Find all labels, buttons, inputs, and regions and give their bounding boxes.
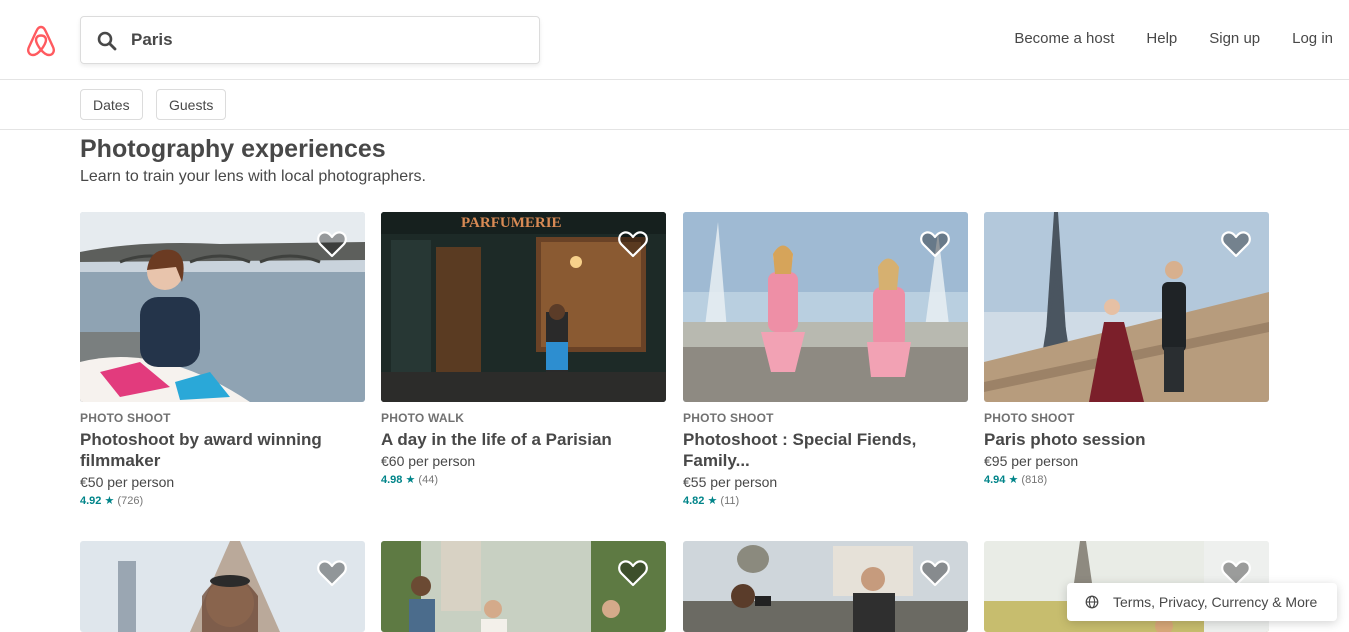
guests-filter-button[interactable]: Guests [156, 89, 227, 120]
experience-photo[interactable] [80, 212, 365, 402]
star-icon: ★ [707, 495, 718, 507]
experience-card[interactable]: PHOTO SHOOT Photoshoot by award winning … [80, 212, 365, 507]
heart-icon[interactable] [920, 230, 950, 258]
search-icon [97, 31, 117, 51]
help-link[interactable]: Help [1146, 30, 1177, 47]
review-count: (726) [117, 495, 144, 507]
heart-icon[interactable] [1221, 230, 1251, 258]
star-icon: ★ [1008, 474, 1019, 486]
footer-links-button[interactable]: Terms, Privacy, Currency & More [1067, 583, 1337, 621]
search-bar[interactable] [80, 16, 540, 64]
rating-score: 4.82 [683, 495, 705, 507]
heart-icon[interactable] [920, 559, 950, 587]
experience-rating: 4.82 ★ (11) [683, 494, 968, 507]
experience-price: €60 per person [381, 453, 476, 469]
experience-photo[interactable] [683, 541, 968, 632]
experience-price: €55 per person [683, 474, 778, 490]
experience-rating: 4.98 ★ (44) [381, 473, 666, 486]
experience-card[interactable] [80, 541, 365, 632]
star-icon: ★ [405, 474, 416, 486]
experience-photo[interactable] [683, 212, 968, 402]
filter-bar: Dates Guests [0, 80, 1349, 130]
experience-rating: 4.94 ★ (818) [984, 473, 1269, 486]
experience-card[interactable] [683, 541, 968, 632]
experience-title[interactable]: Paris photo session [984, 429, 1269, 450]
star-icon: ★ [104, 495, 115, 507]
section-subtitle: Learn to train your lens with local phot… [80, 168, 426, 185]
footer-label: Terms, Privacy, Currency & More [1113, 594, 1318, 610]
section-title: Photography experiences [80, 135, 386, 163]
experience-price: €50 per person [80, 474, 175, 490]
heart-icon[interactable] [618, 230, 648, 258]
experience-photo[interactable] [984, 212, 1269, 402]
become-host-link[interactable]: Become a host [1014, 30, 1114, 47]
rating-score: 4.98 [381, 474, 403, 486]
dates-filter-button[interactable]: Dates [80, 89, 143, 120]
rating-score: 4.94 [984, 474, 1006, 486]
experience-price: €95 per person [984, 453, 1079, 469]
heart-icon[interactable] [317, 559, 347, 587]
experience-card[interactable]: PHOTO SHOOT Paris photo session €95 per … [984, 212, 1269, 486]
experience-card[interactable]: PARFUMERIE PHOTO WALK A day in the life … [381, 212, 666, 486]
experience-category: PHOTO SHOOT [683, 411, 774, 425]
experience-photo[interactable]: PARFUMERIE [381, 212, 666, 402]
review-count: (11) [720, 495, 740, 507]
review-count: (818) [1021, 474, 1048, 486]
top-header: Become a host Help Sign up Log in [0, 0, 1349, 80]
experience-photo[interactable] [381, 541, 666, 632]
airbnb-logo-icon[interactable] [25, 24, 57, 58]
shop-sign-image: PARFUMERIE [461, 215, 562, 231]
rating-score: 4.92 [80, 495, 102, 507]
experience-category: PHOTO WALK [381, 411, 465, 425]
review-count: (44) [418, 474, 438, 486]
experience-card[interactable] [381, 541, 666, 632]
experience-title[interactable]: Photoshoot by award winning filmmaker [80, 429, 365, 471]
experience-photo[interactable] [80, 541, 365, 632]
log-in-link[interactable]: Log in [1292, 30, 1333, 47]
experience-title[interactable]: Photoshoot : Special Fiends, Family... [683, 429, 968, 471]
sign-up-link[interactable]: Sign up [1209, 30, 1260, 47]
globe-icon [1085, 595, 1099, 609]
experience-rating: 4.92 ★ (726) [80, 494, 365, 507]
experience-card[interactable]: PHOTO SHOOT Photoshoot : Special Fiends,… [683, 212, 968, 507]
heart-icon[interactable] [317, 230, 347, 258]
experience-category: PHOTO SHOOT [80, 411, 171, 425]
heart-icon[interactable] [618, 559, 648, 587]
search-input[interactable] [131, 27, 521, 53]
top-nav: Become a host Help Sign up Log in [982, 30, 1333, 47]
experience-title[interactable]: A day in the life of a Parisian [381, 429, 666, 450]
experience-category: PHOTO SHOOT [984, 411, 1075, 425]
